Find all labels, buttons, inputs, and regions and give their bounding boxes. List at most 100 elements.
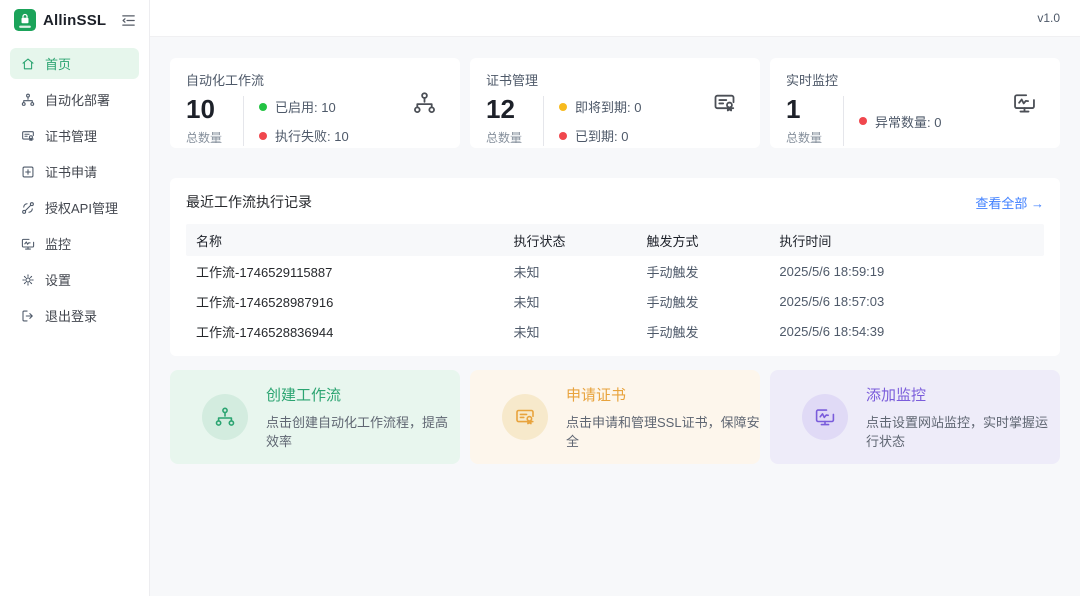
certificate-add-icon <box>20 164 36 180</box>
records-title: 最近工作流执行记录 <box>186 192 312 212</box>
add-monitor-card[interactable]: 添加监控 点击设置网站监控，实时掌握运行状态 <box>770 370 1060 464</box>
stat-total-value: 10 <box>186 96 228 122</box>
stat-card-workflows: 自动化工作流 10 总数量 已启用: 10 <box>170 58 460 148</box>
sidebar-item-cert-apply[interactable]: 证书申请 <box>10 156 139 187</box>
cell-time: 2025/5/6 18:59:19 <box>769 264 1044 279</box>
sidebar-item-home[interactable]: 首页 <box>10 48 139 79</box>
metric-expired: 已到期: 0 <box>559 126 641 145</box>
divider <box>543 96 544 146</box>
cell-status: 未知 <box>503 292 636 311</box>
column-header-name: 名称 <box>186 231 503 250</box>
app-root: AllinSSL 首页 自动化部署 证书管理 证书申请 授权API管理 <box>0 0 1080 596</box>
cell-trigger: 手动触发 <box>636 322 769 341</box>
cell-time: 2025/5/6 18:54:39 <box>769 324 1044 339</box>
create-workflow-card[interactable]: 创建工作流 点击创建自动化工作流程，提高效率 <box>170 370 460 464</box>
metric-expiring: 即将到期: 0 <box>559 97 641 116</box>
cell-name: 工作流-1746528987916 <box>186 292 503 311</box>
gear-icon <box>20 272 36 288</box>
sidebar-menu: 首页 自动化部署 证书管理 证书申请 授权API管理 监控 <box>0 40 149 339</box>
certificate-icon <box>513 405 537 429</box>
cell-trigger: 手动触发 <box>636 292 769 311</box>
version-label: v1.0 <box>1037 11 1060 25</box>
main-area: v1.0 自动化工作流 10 总数量 <box>150 0 1080 596</box>
records-table: 名称 执行状态 触发方式 执行时间 工作流-1746529115887 未知 手… <box>186 224 1044 346</box>
metric-label: 已到期: 0 <box>575 126 628 145</box>
sidebar-item-label: 退出登录 <box>45 306 97 325</box>
stat-card-monitoring: 实时监控 1 总数量 异常数量: 0 <box>770 58 1060 148</box>
sidebar-item-label: 授权API管理 <box>45 198 118 217</box>
stat-total-label: 总数量 <box>786 129 828 146</box>
sidebar-item-cert-manage[interactable]: 证书管理 <box>10 120 139 151</box>
sidebar: AllinSSL 首页 自动化部署 证书管理 证书申请 授权API管理 <box>0 0 150 596</box>
workflow-icon <box>411 90 438 117</box>
sidebar-item-label: 设置 <box>45 270 71 289</box>
table-row: 工作流-1746528836944 未知 手动触发 2025/5/6 18:54… <box>186 316 1044 346</box>
status-dot-red <box>259 132 267 140</box>
cell-time: 2025/5/6 18:57:03 <box>769 294 1044 309</box>
stat-title: 证书管理 <box>486 70 744 89</box>
logo-row: AllinSSL <box>0 0 149 40</box>
api-link-icon <box>20 200 36 216</box>
divider <box>843 96 844 146</box>
workflow-icon <box>20 92 36 108</box>
app-title: AllinSSL <box>43 12 106 29</box>
column-header-status: 执行状态 <box>503 231 636 250</box>
sidebar-item-label: 证书申请 <box>45 162 97 181</box>
action-title: 创建工作流 <box>266 384 460 405</box>
content: 自动化工作流 10 总数量 已启用: 10 <box>150 37 1080 596</box>
sidebar-item-label: 监控 <box>45 234 71 253</box>
menu-fold-icon[interactable] <box>120 12 137 29</box>
cell-name: 工作流-1746529115887 <box>186 262 503 281</box>
action-title: 申请证书 <box>566 384 760 405</box>
status-dot-yellow <box>559 103 567 111</box>
stat-total-value: 12 <box>486 96 528 122</box>
stat-title: 实时监控 <box>786 70 1044 89</box>
action-title: 添加监控 <box>866 384 1060 405</box>
actions-row: 创建工作流 点击创建自动化工作流程，提高效率 申请证书 点击申请和管理SSL证书… <box>170 370 1060 464</box>
status-dot-red <box>559 132 567 140</box>
sidebar-item-monitor[interactable]: 监控 <box>10 228 139 259</box>
stat-card-certificates: 证书管理 12 总数量 即将到期: 0 <box>470 58 760 148</box>
logout-icon <box>20 308 36 324</box>
column-header-trigger: 触发方式 <box>636 231 769 250</box>
table-row: 工作流-1746528987916 未知 手动触发 2025/5/6 18:57… <box>186 286 1044 316</box>
metric-label: 异常数量: 0 <box>875 112 941 131</box>
metric-enabled: 已启用: 10 <box>259 97 349 116</box>
action-desc: 点击创建自动化工作流程，提高效率 <box>266 412 460 450</box>
certificate-icon <box>711 90 738 117</box>
cell-status: 未知 <box>503 322 636 341</box>
table-row: 工作流-1746529115887 未知 手动触发 2025/5/6 18:59… <box>186 256 1044 286</box>
sidebar-item-logout[interactable]: 退出登录 <box>10 300 139 331</box>
apply-certificate-card[interactable]: 申请证书 点击申请和管理SSL证书，保障安全 <box>470 370 760 464</box>
sidebar-item-auto-deploy[interactable]: 自动化部署 <box>10 84 139 115</box>
sidebar-item-settings[interactable]: 设置 <box>10 264 139 295</box>
action-desc: 点击申请和管理SSL证书，保障安全 <box>566 412 760 450</box>
metric-label: 已启用: 10 <box>275 97 336 116</box>
cell-name: 工作流-1746528836944 <box>186 322 503 341</box>
divider <box>243 96 244 146</box>
status-dot-green <box>259 103 267 111</box>
workflow-icon <box>213 405 237 429</box>
metric-label: 执行失败: 10 <box>275 126 349 145</box>
metric-failed: 执行失败: 10 <box>259 126 349 145</box>
monitor-icon <box>20 236 36 252</box>
column-header-time: 执行时间 <box>769 231 1044 250</box>
stat-total-value: 1 <box>786 96 828 122</box>
action-icon-circle <box>202 394 248 440</box>
stat-total-label: 总数量 <box>186 129 228 146</box>
stat-title: 自动化工作流 <box>186 70 444 89</box>
app-logo-icon <box>14 9 36 31</box>
metric-label: 即将到期: 0 <box>575 97 641 116</box>
action-icon-circle <box>502 394 548 440</box>
monitor-icon <box>813 405 837 429</box>
home-icon <box>20 56 36 72</box>
topbar: v1.0 <box>150 0 1080 37</box>
monitor-icon <box>1011 90 1038 117</box>
stat-total-label: 总数量 <box>486 129 528 146</box>
stats-row: 自动化工作流 10 总数量 已启用: 10 <box>170 58 1060 148</box>
sidebar-item-api-manage[interactable]: 授权API管理 <box>10 192 139 223</box>
sidebar-item-label: 证书管理 <box>45 126 97 145</box>
sidebar-item-label: 自动化部署 <box>45 90 110 109</box>
certificate-icon <box>20 128 36 144</box>
view-all-link[interactable]: 查看全部 → <box>975 193 1044 212</box>
